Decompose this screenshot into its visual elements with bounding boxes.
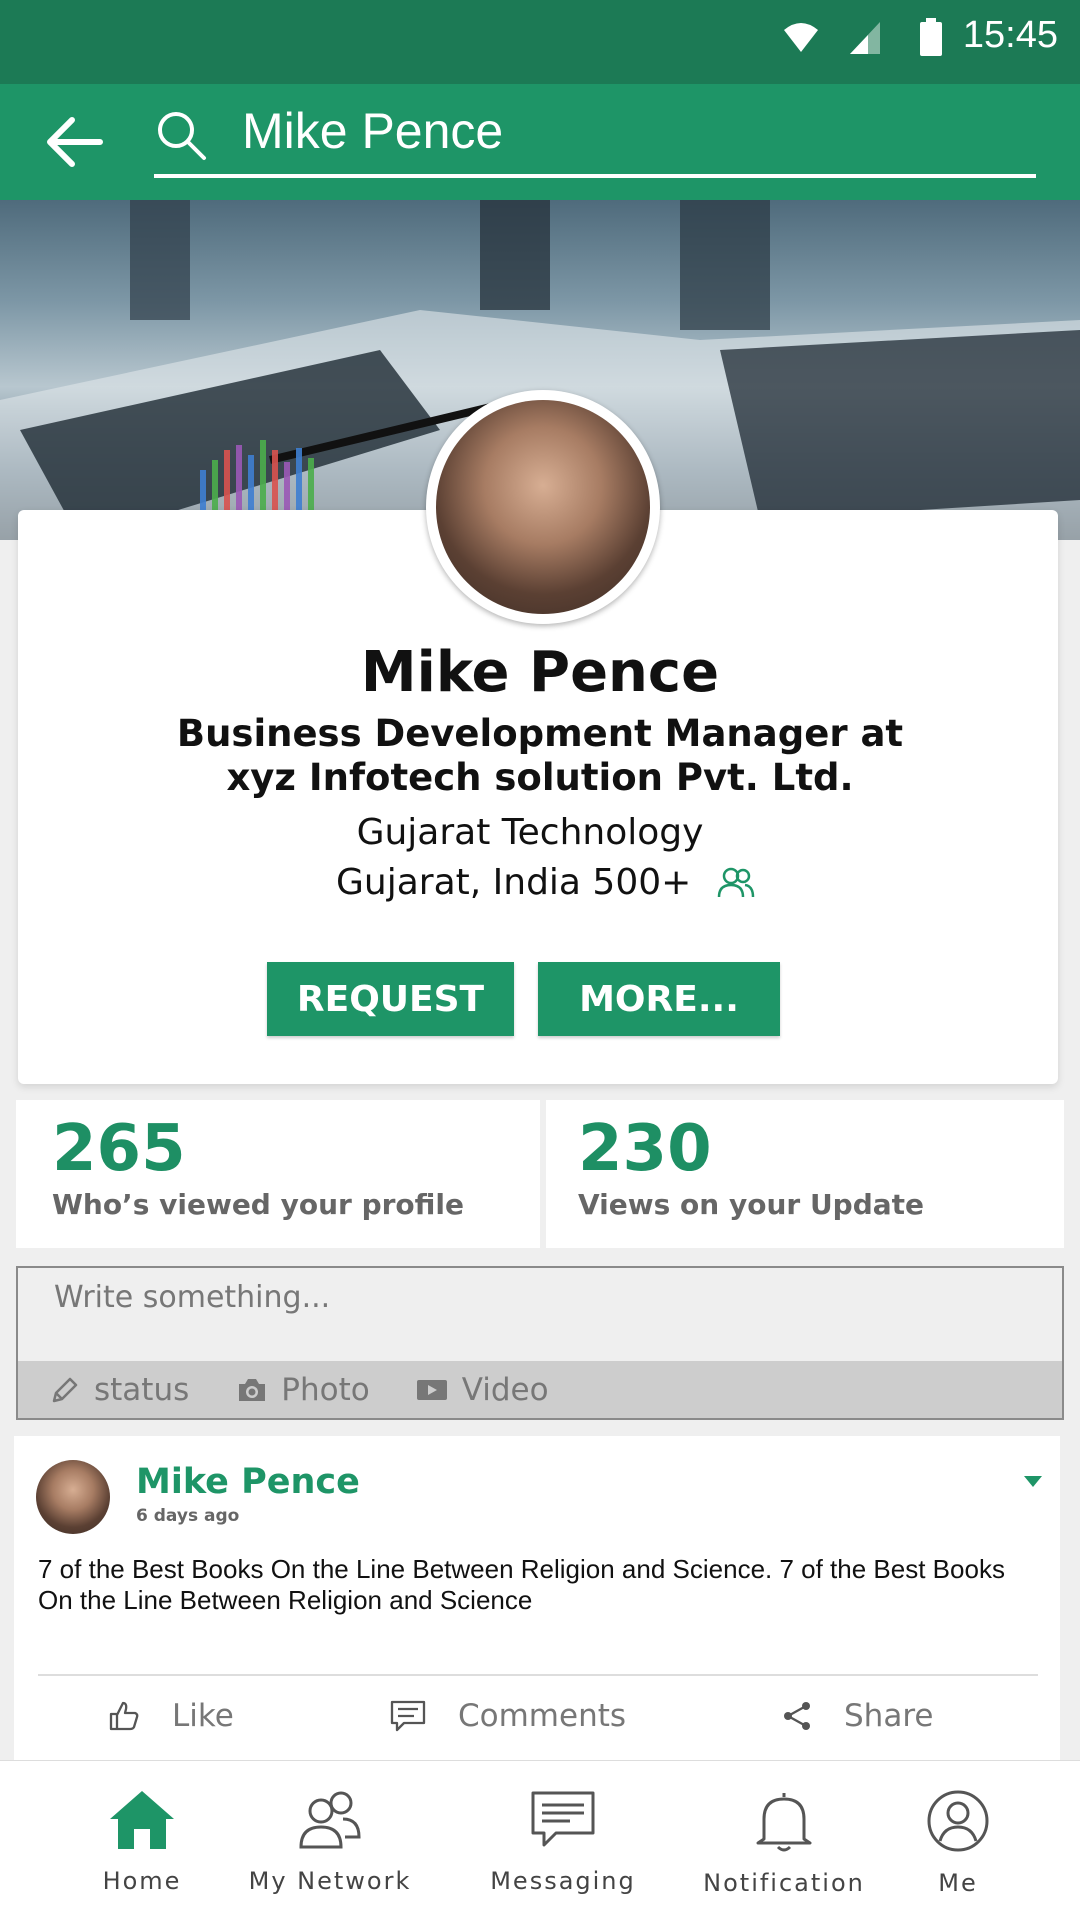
request-button[interactable]: REQUEST (267, 962, 514, 1036)
profile-views-stat[interactable]: 265 Who’s viewed your profile (16, 1100, 540, 1248)
nav-my-network[interactable]: My Network (240, 1761, 420, 1920)
photo-tool[interactable]: Photo (237, 1371, 370, 1408)
post-composer: Write something... status Photo Video (16, 1266, 1064, 1420)
bottom-navigation: Home My Network Messaging Notification M… (0, 1760, 1080, 1920)
clock: 15:45 (962, 14, 1058, 56)
composer-input[interactable]: Write something... (54, 1280, 330, 1315)
post-menu-caret-icon[interactable] (1024, 1476, 1042, 1487)
nav-messaging[interactable]: Messaging (478, 1761, 648, 1920)
profile-avatar[interactable] (426, 390, 660, 624)
share-button[interactable]: Share (782, 1698, 933, 1734)
profile-icon (927, 1790, 989, 1852)
video-tool[interactable]: Video (416, 1372, 549, 1408)
nav-network-label: My Network (248, 1867, 412, 1895)
signal-icon (850, 22, 880, 54)
nav-home-label: Home (102, 1867, 182, 1895)
profile-name: Mike Pence (360, 640, 720, 705)
wifi-icon (784, 23, 818, 52)
profile-headline-line2: xyz Infotech solution Pvt. Ltd. (226, 756, 854, 799)
post-divider (38, 1674, 1038, 1676)
messaging-icon (531, 1791, 595, 1847)
like-label: Like (172, 1698, 234, 1734)
comments-button[interactable]: Comments (390, 1698, 626, 1734)
comment-icon (390, 1700, 426, 1732)
profile-location: Gujarat, India 500+ (336, 862, 692, 903)
profile-views-label: Who’s viewed your profile (52, 1188, 465, 1221)
nav-messaging-label: Messaging (490, 1867, 636, 1895)
profile-views-count: 265 (52, 1112, 186, 1186)
comments-label: Comments (458, 1698, 627, 1734)
share-icon (784, 1702, 810, 1730)
thumbs-up-icon (109, 1701, 139, 1731)
post-author-name[interactable]: Mike Pence (136, 1462, 360, 1502)
post-text: 7 of the Best Books On the Line Between … (38, 1554, 1005, 1615)
status-bar: 15:45 (0, 0, 1080, 84)
profile-company: Gujarat Technology (356, 812, 704, 853)
bell-icon (756, 1793, 812, 1852)
search-icon (158, 112, 206, 160)
profile-location-row: Gujarat, India 500+ (336, 862, 755, 903)
battery-icon (920, 18, 942, 56)
network-icon (299, 1791, 361, 1849)
photo-tool-label: Photo (281, 1371, 370, 1408)
share-label: Share (844, 1698, 934, 1734)
update-views-stat[interactable]: 230 Views on your Update (546, 1100, 1064, 1248)
update-views-label: Views on your Update (578, 1188, 925, 1221)
composer-tools: status Photo Video (18, 1361, 1062, 1418)
people-icon (718, 867, 755, 897)
more-button[interactable]: MORE... (538, 962, 780, 1036)
status-tool-label: status (94, 1371, 190, 1408)
update-views-count: 230 (578, 1112, 712, 1186)
nav-me-label: Me (938, 1869, 978, 1897)
pencil-icon (52, 1377, 78, 1402)
profile-headline-line1: Business Development Manager at (176, 712, 904, 755)
search-underline (154, 174, 1036, 178)
search-input[interactable]: Mike Pence (242, 102, 503, 160)
status-tool[interactable]: status (50, 1372, 189, 1408)
nav-home[interactable]: Home (84, 1761, 200, 1920)
video-tool-label: Video (461, 1371, 549, 1408)
like-button[interactable]: Like (108, 1698, 234, 1734)
back-arrow-icon[interactable] (42, 114, 104, 170)
home-icon (110, 1791, 174, 1849)
nav-notification[interactable]: Notification (694, 1761, 874, 1920)
nav-notification-label: Notification (703, 1869, 865, 1897)
video-icon (416, 1379, 447, 1400)
nav-me[interactable]: Me (918, 1761, 998, 1920)
post-author-avatar[interactable] (36, 1460, 110, 1534)
post-timestamp: 6 days ago (136, 1506, 240, 1526)
camera-icon (239, 1378, 266, 1401)
search-bar: Mike Pence (0, 84, 1080, 200)
